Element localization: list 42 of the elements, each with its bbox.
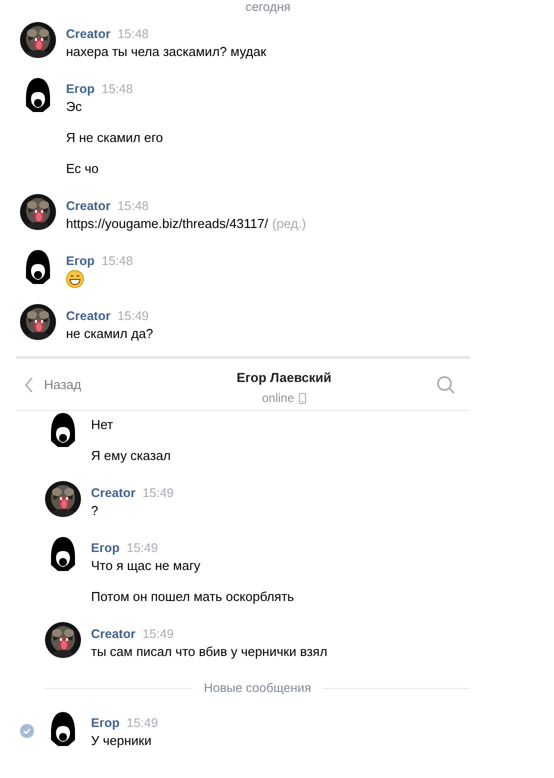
author-name[interactable]: Creator [66, 199, 110, 213]
message-time: 15:48 [117, 199, 149, 213]
message-time: 15:49 [126, 716, 158, 730]
message-text: не скамил да? [66, 326, 154, 341]
message-text: Что я щас не магу [91, 558, 200, 573]
message-text: Я ему сказал [91, 448, 171, 463]
grinning-face-icon [66, 270, 84, 288]
chat-title: Егор Лаевский [236, 370, 332, 386]
checkmark-circle-icon[interactable] [20, 724, 34, 738]
date-label: сегодня [245, 0, 291, 14]
message-text: ты сам писал что вбив у чернички взял [91, 644, 328, 659]
author-name[interactable]: Егор [66, 82, 95, 96]
message-time: 15:48 [102, 82, 133, 96]
author-name[interactable]: Creator [91, 486, 136, 500]
edited-label: (ред.) [272, 216, 306, 231]
author-name[interactable]: Егор [91, 541, 120, 555]
author-name[interactable]: Егор [66, 254, 95, 268]
message-text: Я не скамил его [66, 130, 164, 145]
phone-icon [299, 392, 306, 404]
message-text: ? [91, 503, 98, 518]
author-name[interactable]: Creator [91, 627, 136, 641]
message-text: Потом он пошел мать оскорблять [91, 589, 294, 604]
message-time: 15:48 [117, 27, 149, 41]
message-text: Ес чо [66, 161, 99, 176]
new-messages-label: Новые сообщения [204, 681, 312, 695]
chevron-left-icon [24, 376, 34, 392]
message-time: 15:48 [102, 254, 133, 268]
message-time: 15:49 [142, 627, 174, 641]
author-name[interactable]: Егор [91, 716, 120, 730]
message-text: нахера ты чела заскамил? мудак [66, 44, 266, 59]
back-button[interactable]: Назад [24, 370, 82, 400]
author-name[interactable]: Creator [66, 27, 110, 41]
message-text: У черники [91, 733, 152, 748]
message-time: 15:49 [142, 486, 174, 500]
online-status: online [262, 390, 294, 406]
message-text: Эс [66, 99, 82, 114]
message-time: 15:49 [117, 309, 149, 323]
message-time: 15:49 [126, 541, 158, 555]
author-name[interactable]: Creator [66, 309, 110, 323]
message-text: https://yougame.biz/threads/43117/ [66, 216, 268, 231]
message-text: Нет [91, 417, 114, 432]
search-button[interactable] [436, 374, 456, 394]
